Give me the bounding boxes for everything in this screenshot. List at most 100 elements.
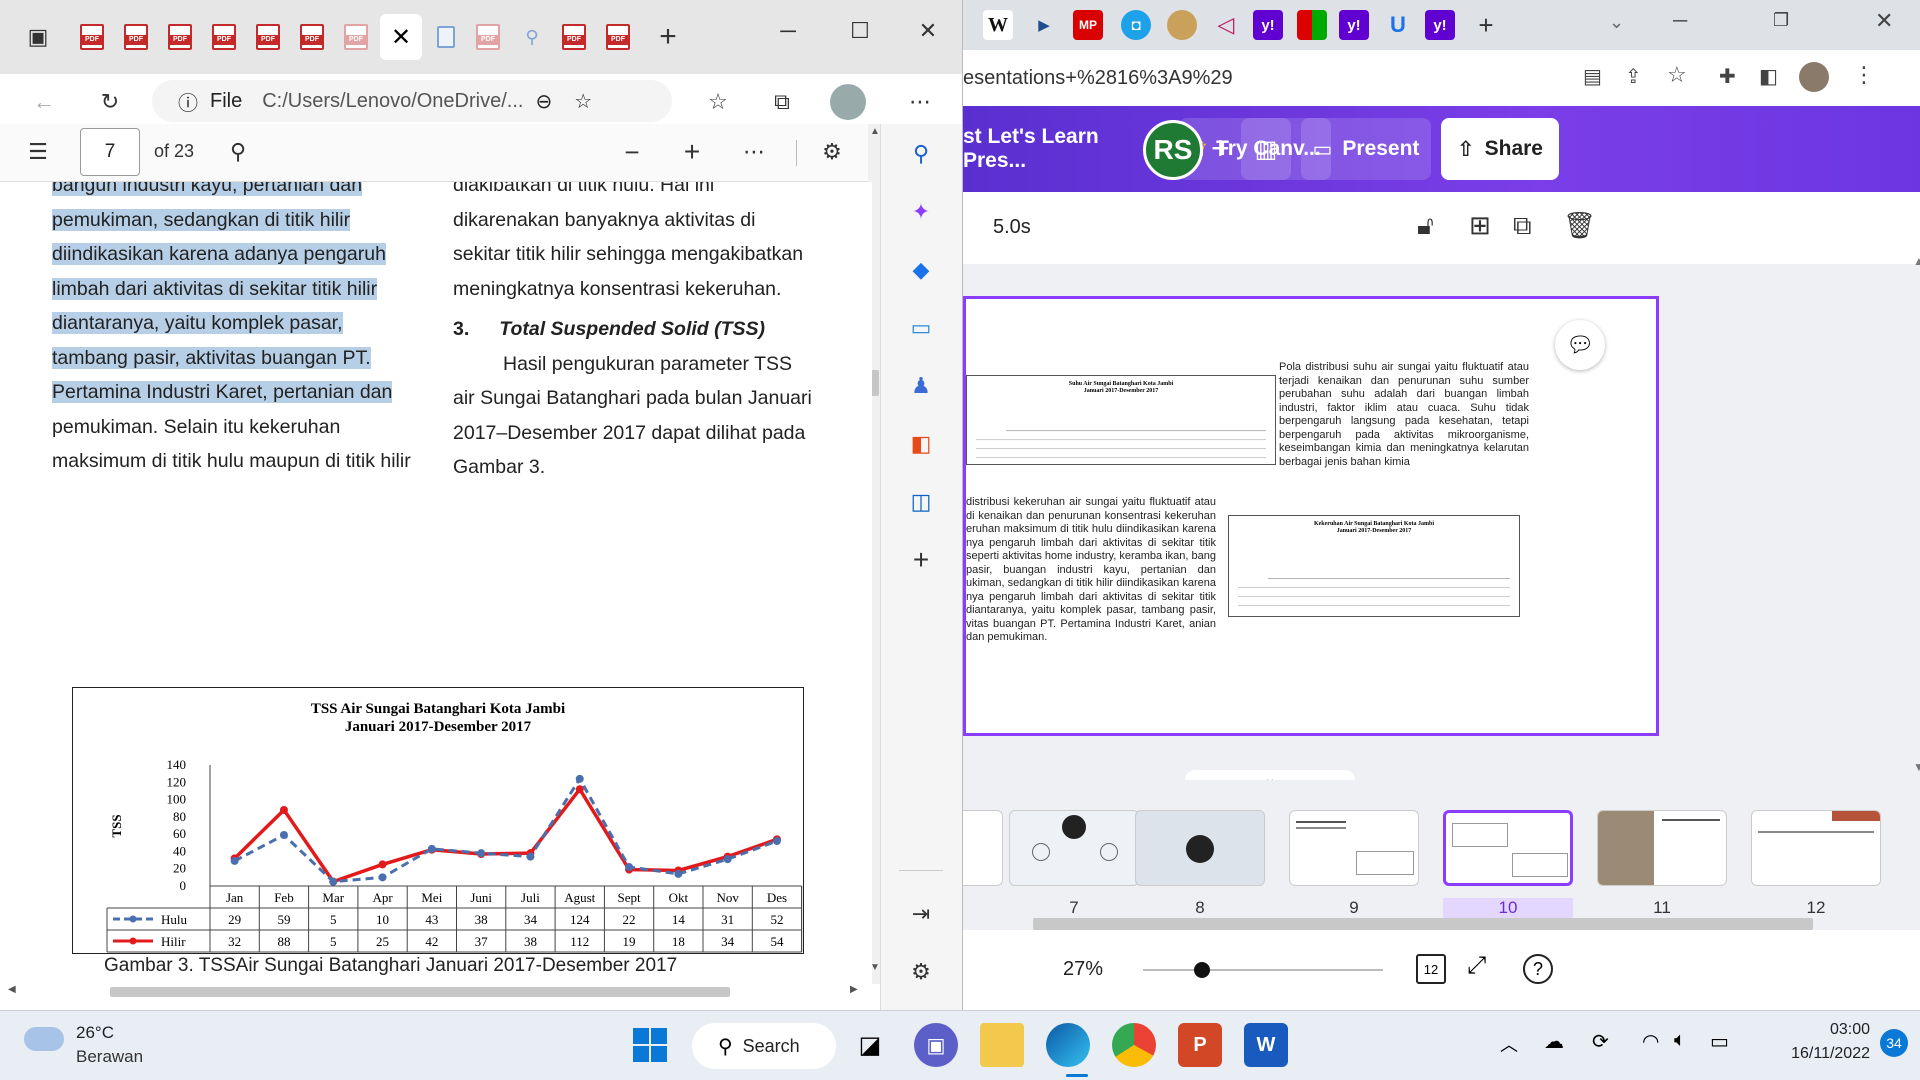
lock-icon[interactable]: 🔓︎ xyxy=(1417,210,1434,242)
wifi-icon[interactable]: ◠ xyxy=(1642,1029,1659,1054)
add-sidebar-app-icon[interactable]: + xyxy=(901,540,941,580)
pdf-tab[interactable] xyxy=(206,14,242,60)
games-icon[interactable]: ♟ xyxy=(901,366,941,406)
extensions-puzzle-icon[interactable]: ✚ xyxy=(1719,64,1736,89)
restore-button[interactable]: ❐ xyxy=(1773,10,1789,31)
shopping-tag-icon[interactable]: ◆ xyxy=(901,250,941,290)
task-view-icon[interactable]: ◪ xyxy=(848,1023,892,1067)
active-tab[interactable]: ✕ xyxy=(380,14,422,60)
zoom-slider-thumb[interactable] xyxy=(1194,962,1210,978)
favorites-icon[interactable]: ☆ xyxy=(698,82,738,122)
edge-icon[interactable] xyxy=(1046,1023,1090,1067)
table-of-contents-icon[interactable]: ☰ xyxy=(18,132,58,172)
refresh-icon[interactable]: ↻ xyxy=(90,82,130,122)
pdf-tab[interactable] xyxy=(162,14,198,60)
scroll-left-arrow[interactable]: ◀ xyxy=(8,984,16,995)
slide-duration[interactable]: 5.0s xyxy=(993,216,1031,239)
slide-thumbnail[interactable] xyxy=(1289,810,1419,886)
pdf-tab[interactable] xyxy=(600,14,636,60)
comment-button[interactable]: 💬︎ xyxy=(1555,320,1605,370)
collections-icon[interactable]: ⧉ xyxy=(762,82,802,122)
scroll-down-arrow[interactable]: ▼ xyxy=(1913,760,1920,774)
cloud-weather-icon[interactable] xyxy=(24,1027,64,1051)
bookmark-star-icon[interactable]: ☆ xyxy=(1667,62,1687,88)
tab-actions-icon[interactable]: ▣ xyxy=(18,17,58,57)
yahoo-tab[interactable]: y! xyxy=(1425,10,1455,40)
pdf-tab[interactable] xyxy=(338,14,374,60)
horizontal-scrollbar[interactable]: ◀ ▶ xyxy=(0,982,872,1002)
pdf-tab[interactable] xyxy=(118,14,154,60)
project-title[interactable]: st Let's Learn Pres... xyxy=(963,118,1159,180)
page-number-input[interactable]: 7 xyxy=(80,128,140,176)
wikipedia-tab[interactable]: W xyxy=(983,10,1013,40)
url-text[interactable]: esentations+%2816%3A9%29 xyxy=(963,56,1563,100)
slide-thumbnail[interactable] xyxy=(1009,810,1139,886)
tab-search-icon[interactable]: ⌄ xyxy=(1609,12,1624,33)
url-bar[interactable]: ⓘ File C:/Users/Lenovo/OneDrive/... ⊖ ☆ xyxy=(152,80,672,122)
profile-avatar[interactable] xyxy=(830,84,866,120)
clock-time[interactable]: 03:00 xyxy=(1760,1021,1870,1039)
settings-icon[interactable]: ⚙ xyxy=(812,132,852,172)
slide-thumbnail[interactable] xyxy=(1751,810,1881,886)
notification-badge[interactable]: 34 xyxy=(1880,1029,1908,1057)
scroll-thumb[interactable] xyxy=(110,987,730,997)
yahoo-tab[interactable]: y! xyxy=(1253,10,1283,40)
weather-temperature[interactable]: 26°C xyxy=(76,1023,114,1043)
scroll-up-arrow[interactable]: ▲ xyxy=(1913,254,1920,268)
teams-chat-icon[interactable]: ▣ xyxy=(914,1023,958,1067)
close-window-button[interactable]: ✕ xyxy=(908,18,948,44)
minimize-button[interactable]: ─ xyxy=(768,18,808,44)
weather-description[interactable]: Berawan xyxy=(76,1047,143,1067)
file-explorer-icon[interactable] xyxy=(980,1023,1024,1067)
back-icon[interactable]: ← xyxy=(24,82,64,122)
zoom-in-button[interactable]: + xyxy=(672,132,712,172)
search-icon[interactable]: ⚲ xyxy=(901,134,941,174)
help-icon[interactable]: ? xyxy=(1523,954,1553,984)
zoom-slider-track[interactable] xyxy=(1143,969,1383,971)
hide-sidebar-icon[interactable]: ⇥ xyxy=(901,894,941,934)
yahoo-tab[interactable]: y! xyxy=(1339,10,1369,40)
battery-icon[interactable]: ▭ xyxy=(1710,1029,1729,1054)
fullscreen-icon[interactable]: ⤢ xyxy=(1467,952,1486,980)
office-icon[interactable]: ◧ xyxy=(901,424,941,464)
send-tab[interactable]: ◁ xyxy=(1211,10,1241,40)
maximize-button[interactable]: ☐ xyxy=(840,18,880,44)
share-button[interactable]: ⇧ Share xyxy=(1441,118,1559,180)
slide-thumbnail-selected[interactable] xyxy=(1443,810,1573,886)
share-page-icon[interactable]: ⇪ xyxy=(1625,64,1642,89)
start-button[interactable] xyxy=(628,1023,672,1067)
close-window-button[interactable]: ✕ xyxy=(1875,8,1893,34)
chrome-icon[interactable] xyxy=(1112,1023,1156,1067)
new-tab-button[interactable]: + xyxy=(1471,10,1501,40)
more-menu-icon[interactable]: ⋯ xyxy=(900,82,940,122)
thumbnail-scrollbar[interactable] xyxy=(1033,918,1813,930)
bookmark-flag-tab[interactable]: ▶ xyxy=(1029,10,1059,40)
zoom-out-button[interactable]: − xyxy=(612,132,652,172)
tools-icon[interactable]: ▭ xyxy=(901,308,941,348)
add-collaborator-button[interactable]: + xyxy=(1211,130,1230,167)
powerpoint-icon[interactable]: P xyxy=(1178,1023,1222,1067)
close-tab-icon[interactable]: ✕ xyxy=(391,23,411,52)
search-icon[interactable]: ⚲ xyxy=(218,132,258,172)
sidebar-settings-icon[interactable]: ⚙ xyxy=(901,952,941,992)
show-hidden-icons-chevron[interactable]: ︿ xyxy=(1500,1031,1518,1057)
app-tab[interactable]: ◘ xyxy=(1121,10,1151,40)
side-panel-icon[interactable]: ◧ xyxy=(1759,64,1778,89)
clipboard-icon[interactable]: ▤ xyxy=(1583,64,1602,89)
duplicate-page-icon[interactable]: ⧉ xyxy=(1513,210,1532,242)
magnet-tab[interactable]: U xyxy=(1383,10,1413,40)
scroll-right-arrow[interactable]: ▶ xyxy=(850,984,858,995)
colored-tab[interactable] xyxy=(1297,10,1327,40)
outlook-icon[interactable]: ◫ xyxy=(901,482,941,522)
more-tools-icon[interactable]: ⋯ xyxy=(734,132,774,172)
word-icon[interactable]: W xyxy=(1244,1023,1288,1067)
search-tab[interactable]: ⚲ xyxy=(514,14,550,60)
present-button[interactable]: ▭ Present xyxy=(1301,118,1431,180)
slide-page[interactable]: Suhu Air Sungai Batanghari Kota Jambi Jan… xyxy=(963,296,1659,736)
doc-tab[interactable] xyxy=(428,14,464,60)
delete-page-icon[interactable]: 🗑︎ xyxy=(1563,210,1596,241)
pdf-tab[interactable] xyxy=(74,14,110,60)
mp-tab[interactable]: MP xyxy=(1073,10,1103,40)
clock-date[interactable]: 16/11/2022 xyxy=(1760,1045,1870,1063)
add-page-icon[interactable]: ⊞ xyxy=(1469,210,1491,241)
